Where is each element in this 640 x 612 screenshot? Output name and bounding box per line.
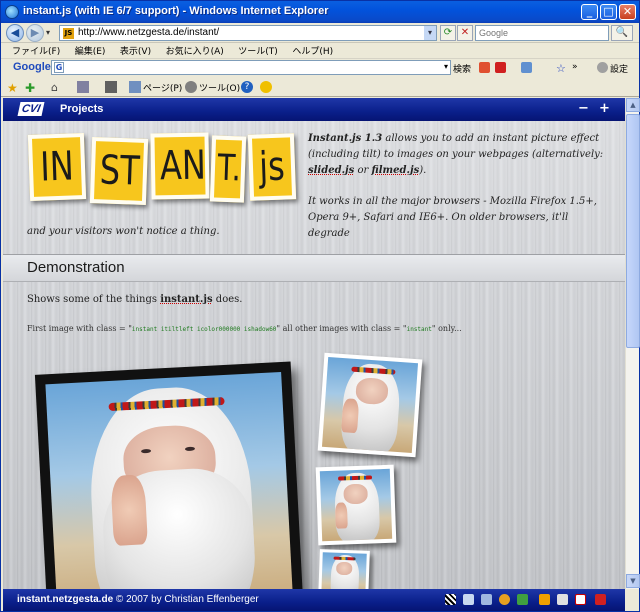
class-description: First image with class = "instant itiltl… [27,324,462,333]
tools-menu[interactable]: ツール(O) [199,81,240,94]
browser-window: instant.js (with IE 6/7 support) - Windo… [0,0,640,612]
google-settings-label[interactable]: 設定 [610,62,628,75]
menu-favorites[interactable]: お気に入り(A) [166,45,224,59]
forward-button[interactable]: ▶ [26,24,44,42]
green-icon [517,594,528,605]
section-header: Demonstration [3,254,625,282]
favicon-icon: JS [63,28,74,39]
google-g-icon[interactable]: G [54,62,64,73]
star-icon[interactable]: ☆ [556,62,567,75]
search-box[interactable] [475,25,609,41]
maximize-button[interactable]: □ [600,4,617,20]
window-title: instant.js (with IE 6/7 support) - Windo… [23,5,329,17]
scroll-down-icon[interactable]: ▼ [626,574,640,588]
google-search-field[interactable]: G ▾ [51,60,451,75]
title-bar[interactable]: instant.js (with IE 6/7 support) - Windo… [1,1,639,23]
google-apps-icon[interactable] [521,62,532,73]
site-nav-bar: CVI Projects − + [3,98,625,121]
google-logo: Google [13,61,51,73]
settings-icon[interactable] [597,62,608,73]
logo-tile-5: js [247,133,297,201]
footer-site-link[interactable]: instant.netzgesta.de [17,594,113,605]
menu-help[interactable]: ヘルプ(H) [292,45,333,59]
command-bar: ★ ✚ ⌂ ページ(P) ツール(O) ? [1,77,639,97]
favorites-star-icon[interactable]: ★ [7,81,19,95]
degrade-paragraph: and your visitors won't notice a thing. [27,226,220,237]
url-field[interactable]: JS http://www.netzgesta.de/instant/ ▾ [59,25,437,41]
logo-tile-4: T. [209,135,247,203]
ie-logo-icon [5,5,19,19]
y-icon [575,594,586,605]
vertical-scrollbar[interactable]: ▲ ▼ [625,98,640,589]
home-icon[interactable]: ⌂ [51,81,63,94]
collapse-button[interactable]: − [578,102,589,116]
lightning-icon [539,594,550,605]
search-input[interactable] [476,26,596,40]
projects-link[interactable]: Projects [60,103,103,115]
thumb-photo-1 [321,356,419,454]
orange-circle-icon [499,594,510,605]
url-dropdown-icon[interactable]: ▾ [424,26,436,40]
scroll-thumb[interactable] [626,114,640,348]
photo-woman-veil [45,371,294,589]
expand-button[interactable]: + [599,102,610,116]
tools-icon [185,81,197,93]
menu-view[interactable]: 表示(V) [120,45,151,59]
history-dropdown-icon[interactable]: ▾ [46,28,50,37]
logo-tile-3: AN [150,132,210,200]
footer-credit: instant.netzgesta.de © 2007 by Christian… [17,594,259,605]
google-dropdown-icon[interactable]: ▾ [444,62,448,71]
feed-icon [481,594,492,605]
print-icon[interactable] [105,81,117,93]
cvi-logo[interactable]: CVI [17,102,45,116]
slided-link[interactable]: slided.js [308,165,354,176]
google-toolbar: Google G ▾ 検索 ☆ » 設定 [1,58,639,76]
site-footer-bar: instant.netzgesta.de © 2007 by Christian… [3,589,625,611]
more-chevron-icon[interactable]: » [572,62,578,72]
demo-thumbnail-2[interactable] [315,464,397,546]
thumb-photo-2 [319,468,393,542]
scroll-up-icon[interactable]: ▲ [626,98,640,112]
logo-tile-2: ST [89,137,149,205]
google-bookmark-icon[interactable] [479,62,490,73]
page-viewport: CVI Projects − + IN ST AN T. js Instant.… [3,98,625,589]
search-go-icon[interactable]: 🔍 [611,25,633,41]
security-icon [595,594,606,605]
demo-image-large[interactable] [34,361,304,589]
feeds-icon[interactable] [77,81,89,93]
instantjs-link[interactable]: instant.js [160,294,212,305]
page-menu[interactable]: ページ(P) [143,81,182,94]
network-icon [463,594,474,605]
address-bar: ◀ ▶ ▾ JS http://www.netzgesta.de/instant… [1,23,639,43]
google-search-button[interactable]: 検索 [453,62,471,75]
back-button[interactable]: ◀ [6,24,24,42]
demo-description: Shows some of the things instant.js does… [27,294,243,305]
menu-bar: ファイル(F) 編集(E) 表示(V) お気に入り(A) ツール(T) ヘルプ(… [1,44,639,58]
add-favorites-icon[interactable]: ✚ [25,81,37,95]
url-text: http://www.netzgesta.de/instant/ [78,27,220,38]
intro-paragraph: Instant.js 1.3 allows you to add an inst… [308,133,604,176]
demo-thumbnail-1[interactable] [317,352,423,458]
close-button[interactable]: ✕ [619,4,636,20]
thumb-photo-3 [321,552,367,589]
menu-edit[interactable]: 編集(E) [75,45,106,59]
help-icon[interactable]: ? [241,81,253,93]
logo-tile-1: IN [27,133,87,201]
checker-icon [445,594,456,605]
minimize-button[interactable]: _ [581,4,598,20]
stop-icon[interactable]: ✕ [457,25,473,41]
smiley-icon[interactable] [260,81,272,93]
gmail-icon[interactable] [495,62,506,73]
document-icon [557,594,568,605]
page-icon [129,81,141,93]
refresh-icon[interactable]: ⟳ [440,25,456,41]
menu-tools[interactable]: ツール(T) [238,45,278,59]
menu-file[interactable]: ファイル(F) [12,45,60,59]
section-title: Demonstration [27,259,125,276]
demo-thumbnail-3[interactable] [318,549,370,589]
filmed-link[interactable]: filmed.js [371,165,419,176]
